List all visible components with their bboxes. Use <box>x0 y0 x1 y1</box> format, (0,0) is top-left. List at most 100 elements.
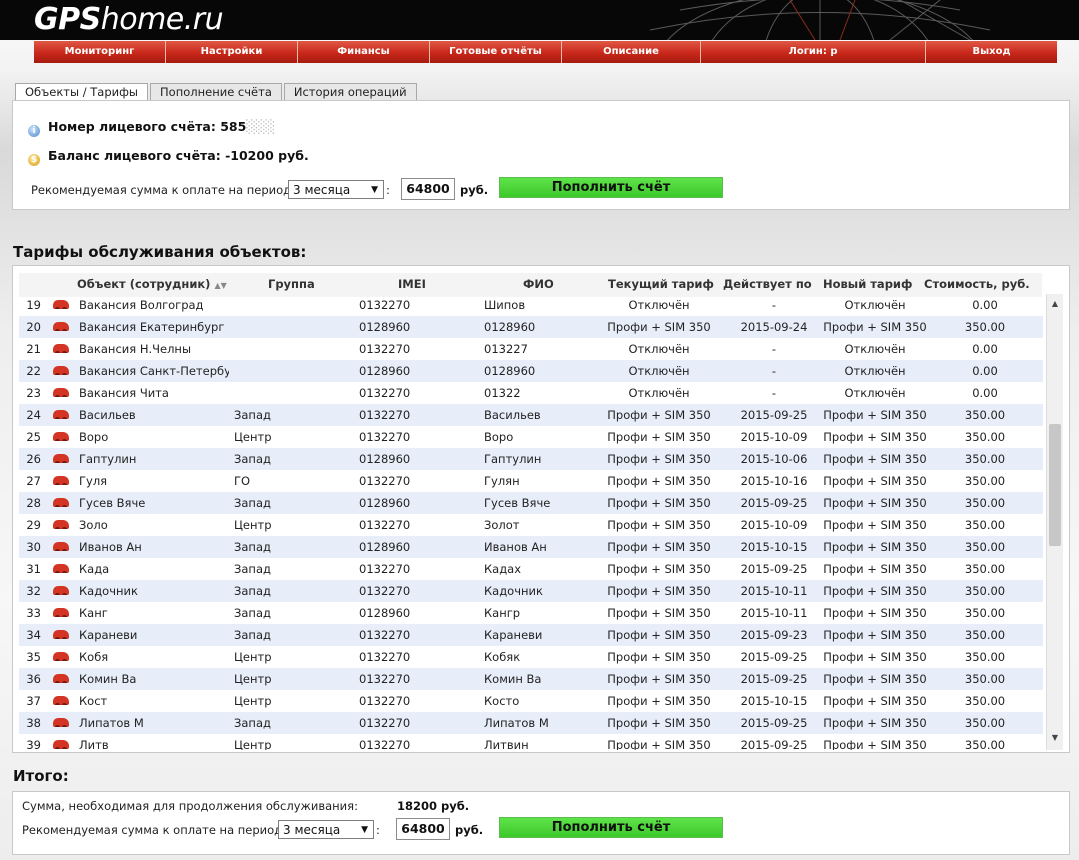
nav-monitoring[interactable]: Мониторинг <box>34 41 166 63</box>
col-object[interactable]: Объект (сотрудник) ▲▼ <box>77 277 227 291</box>
car-icon <box>53 388 69 397</box>
nav-settings[interactable]: Настройки <box>166 41 298 63</box>
tab-history[interactable]: История операций <box>283 83 417 100</box>
valid-till: - <box>771 298 777 312</box>
table-row[interactable]: 26 Гаптулин Запад 0128960 Гаптулин Профи + SI… <box>19 448 1043 470</box>
table-row[interactable]: 21 Вакансия Н.Челны 0132270 013227 Отключён -… <box>19 338 1043 360</box>
col-group[interactable]: Группа <box>268 277 315 291</box>
table-row[interactable]: 32 Кадочник Запад 0132270 Кадочник Профи + SI… <box>19 580 1043 602</box>
imei: 0132270 <box>359 518 411 532</box>
imei: 0132270 <box>359 342 411 356</box>
new-tariff[interactable]: Профи + SIM 350 <box>819 470 931 492</box>
tab-objects-tariffs[interactable]: Объекты / Тарифы <box>15 83 149 101</box>
col-fio[interactable]: ФИО <box>523 277 554 291</box>
new-tariff[interactable]: Профи + SIM 350 <box>819 492 931 514</box>
table-row[interactable]: 39 Литв Центр 0132270 Литвин Профи + SIM 350 2… <box>19 734 1043 750</box>
col-imei[interactable]: IMEI <box>398 277 426 291</box>
table-row[interactable]: 35 Кобя Центр 0132270 Кобяк Профи + SIM 350 20… <box>19 646 1043 668</box>
period-select[interactable]: 3 месяца ▼ <box>288 180 384 199</box>
tab-bar: Объекты / Тарифы Пополнение счёта Истори… <box>15 83 419 101</box>
nav-login[interactable]: Логин: p <box>701 41 926 63</box>
new-tariff[interactable]: Профи + SIM 350 <box>819 690 931 712</box>
sort-icon[interactable]: ▲▼ <box>214 281 226 290</box>
new-tariff[interactable]: Профи + SIM 350 <box>819 514 931 536</box>
new-tariff[interactable]: Профи + SIM 350 <box>819 536 931 558</box>
object-name: Липатов М <box>79 716 144 730</box>
object-name: Кост <box>79 694 108 708</box>
new-tariff[interactable]: Отключён <box>819 360 931 382</box>
table-row[interactable]: 38 Липатов М Запад 0132270 Липатов М Профи + … <box>19 712 1043 734</box>
table-row[interactable]: 28 Гусев Вяче Запад 0128960 Гусев Вяче Профи … <box>19 492 1043 514</box>
new-tariff[interactable]: Профи + SIM 350 <box>819 602 931 624</box>
table-row[interactable]: 30 Иванов Ан Запад 0128960 Иванов Ан Профи + … <box>19 536 1043 558</box>
account-number-hidden: ░░░ <box>246 119 276 134</box>
new-tariff[interactable]: Отключён <box>819 382 931 404</box>
valid-till: 2015-09-25 <box>740 650 808 664</box>
new-tariff[interactable]: Профи + SIM 350 <box>819 624 931 646</box>
site-logo[interactable]: GPShome.ru <box>34 2 224 38</box>
new-tariff[interactable]: Профи + SIM 350 <box>819 558 931 580</box>
table-row[interactable]: 31 Када Запад 0132270 Кадах Профи + SIM 350 20… <box>19 558 1043 580</box>
total-period-select[interactable]: 3 месяца ▼ <box>278 820 374 839</box>
table-row[interactable]: 34 Караневи Запад 0132270 Караневи Профи + SI… <box>19 624 1043 646</box>
col-new-tariff[interactable]: Новый тариф <box>823 277 912 291</box>
tab-top-up[interactable]: Пополнение счёта <box>150 83 282 100</box>
object-name: Иванов Ан <box>79 540 142 554</box>
table-row[interactable]: 27 Гуля ГО 0132270 Гулян Профи + SIM 350 2015-… <box>19 470 1043 492</box>
new-tariff[interactable]: Отключён <box>819 294 931 316</box>
nav-finance[interactable]: Финансы <box>298 41 430 63</box>
current-tariff: Профи + SIM 350 <box>607 474 711 488</box>
valid-till: 2015-10-16 <box>740 474 808 488</box>
nav-reports[interactable]: Готовые отчёты <box>430 41 562 63</box>
new-tariff[interactable]: Профи + SIM 350 <box>819 580 931 602</box>
car-icon <box>53 454 69 463</box>
table-row[interactable]: 19 Вакансия Волгоград 0132270 Шипов Отключён… <box>19 294 1043 316</box>
new-tariff[interactable]: Профи + SIM 350 <box>819 712 931 734</box>
valid-till: 2015-10-11 <box>740 584 808 598</box>
total-top-up-button[interactable]: Пополнить счёт <box>499 817 723 838</box>
imei: 0132270 <box>359 584 411 598</box>
account-number-label: Номер лицевого счёта: <box>48 119 216 134</box>
balance-row: $ Баланс лицевого счёта: -10200 руб. <box>28 148 309 166</box>
table-row[interactable]: 36 Комин Ва Центр 0132270 Комин Ва Профи + SI… <box>19 668 1043 690</box>
imei: 0132270 <box>359 408 411 422</box>
top-up-button[interactable]: Пополнить счёт <box>499 177 723 198</box>
table-row[interactable]: 20 Вакансия Екатеринбург 0128960 0128960 Про… <box>19 316 1043 338</box>
table-row[interactable]: 22 Вакансия Санкт-Петербург 0128960 0128960… <box>19 360 1043 382</box>
col-current-tariff[interactable]: Текущий тариф <box>608 277 714 291</box>
new-tariff[interactable]: Профи + SIM 350 <box>819 404 931 426</box>
new-tariff[interactable]: Профи + SIM 350 <box>819 448 931 470</box>
new-tariff[interactable]: Профи + SIM 350 <box>819 426 931 448</box>
amount-field[interactable]: 64800 <box>401 178 455 200</box>
table-row[interactable]: 29 Золо Центр 0132270 Золот Профи + SIM 350 20… <box>19 514 1043 536</box>
imei: 0132270 <box>359 386 411 400</box>
new-tariff[interactable]: Профи + SIM 350 <box>819 734 931 750</box>
table-row[interactable]: 25 Воро Центр 0132270 Воро Профи + SIM 350 201… <box>19 426 1043 448</box>
table-row[interactable]: 33 Канг Запад 0128960 Кангр Профи + SIM 350 20… <box>19 602 1043 624</box>
object-name: Золо <box>79 518 108 532</box>
valid-till: 2015-09-25 <box>740 716 808 730</box>
scrollbar-thumb[interactable] <box>1049 424 1061 546</box>
new-tariff[interactable]: Профи + SIM 350 <box>819 668 931 690</box>
valid-till: - <box>771 386 777 400</box>
col-valid-till[interactable]: Действует по <box>723 277 812 291</box>
nav-logout[interactable]: Выход <box>926 41 1057 63</box>
total-amount-field[interactable]: 64800 <box>396 818 450 840</box>
nav-description[interactable]: Описание <box>562 41 701 63</box>
new-tariff[interactable]: Профи + SIM 350 <box>819 646 931 668</box>
row-number: 35 <box>26 650 41 664</box>
table-row[interactable]: 37 Кост Центр 0132270 Косто Профи + SIM 350 20… <box>19 690 1043 712</box>
scroll-up-icon[interactable]: ▲ <box>1047 299 1063 308</box>
scroll-down-icon[interactable]: ▼ <box>1047 733 1063 742</box>
new-tariff[interactable]: Профи + SIM 350 <box>819 316 931 338</box>
new-tariff[interactable]: Отключён <box>819 338 931 360</box>
table-row[interactable]: 23 Вакансия Чита 0132270 01322 Отключён - Откл… <box>19 382 1043 404</box>
cost: 350.00 <box>964 452 1006 466</box>
table-scrollbar[interactable]: ▲ ▼ <box>1046 294 1063 750</box>
valid-till: 2015-09-24 <box>740 320 808 334</box>
col-cost[interactable]: Стоимость, руб. <box>924 277 1030 291</box>
cost: 350.00 <box>964 606 1006 620</box>
cost: 350.00 <box>964 672 1006 686</box>
car-icon <box>53 432 69 441</box>
table-row[interactable]: 24 Васильев Запад 0132270 Васильев Профи + SI… <box>19 404 1043 426</box>
